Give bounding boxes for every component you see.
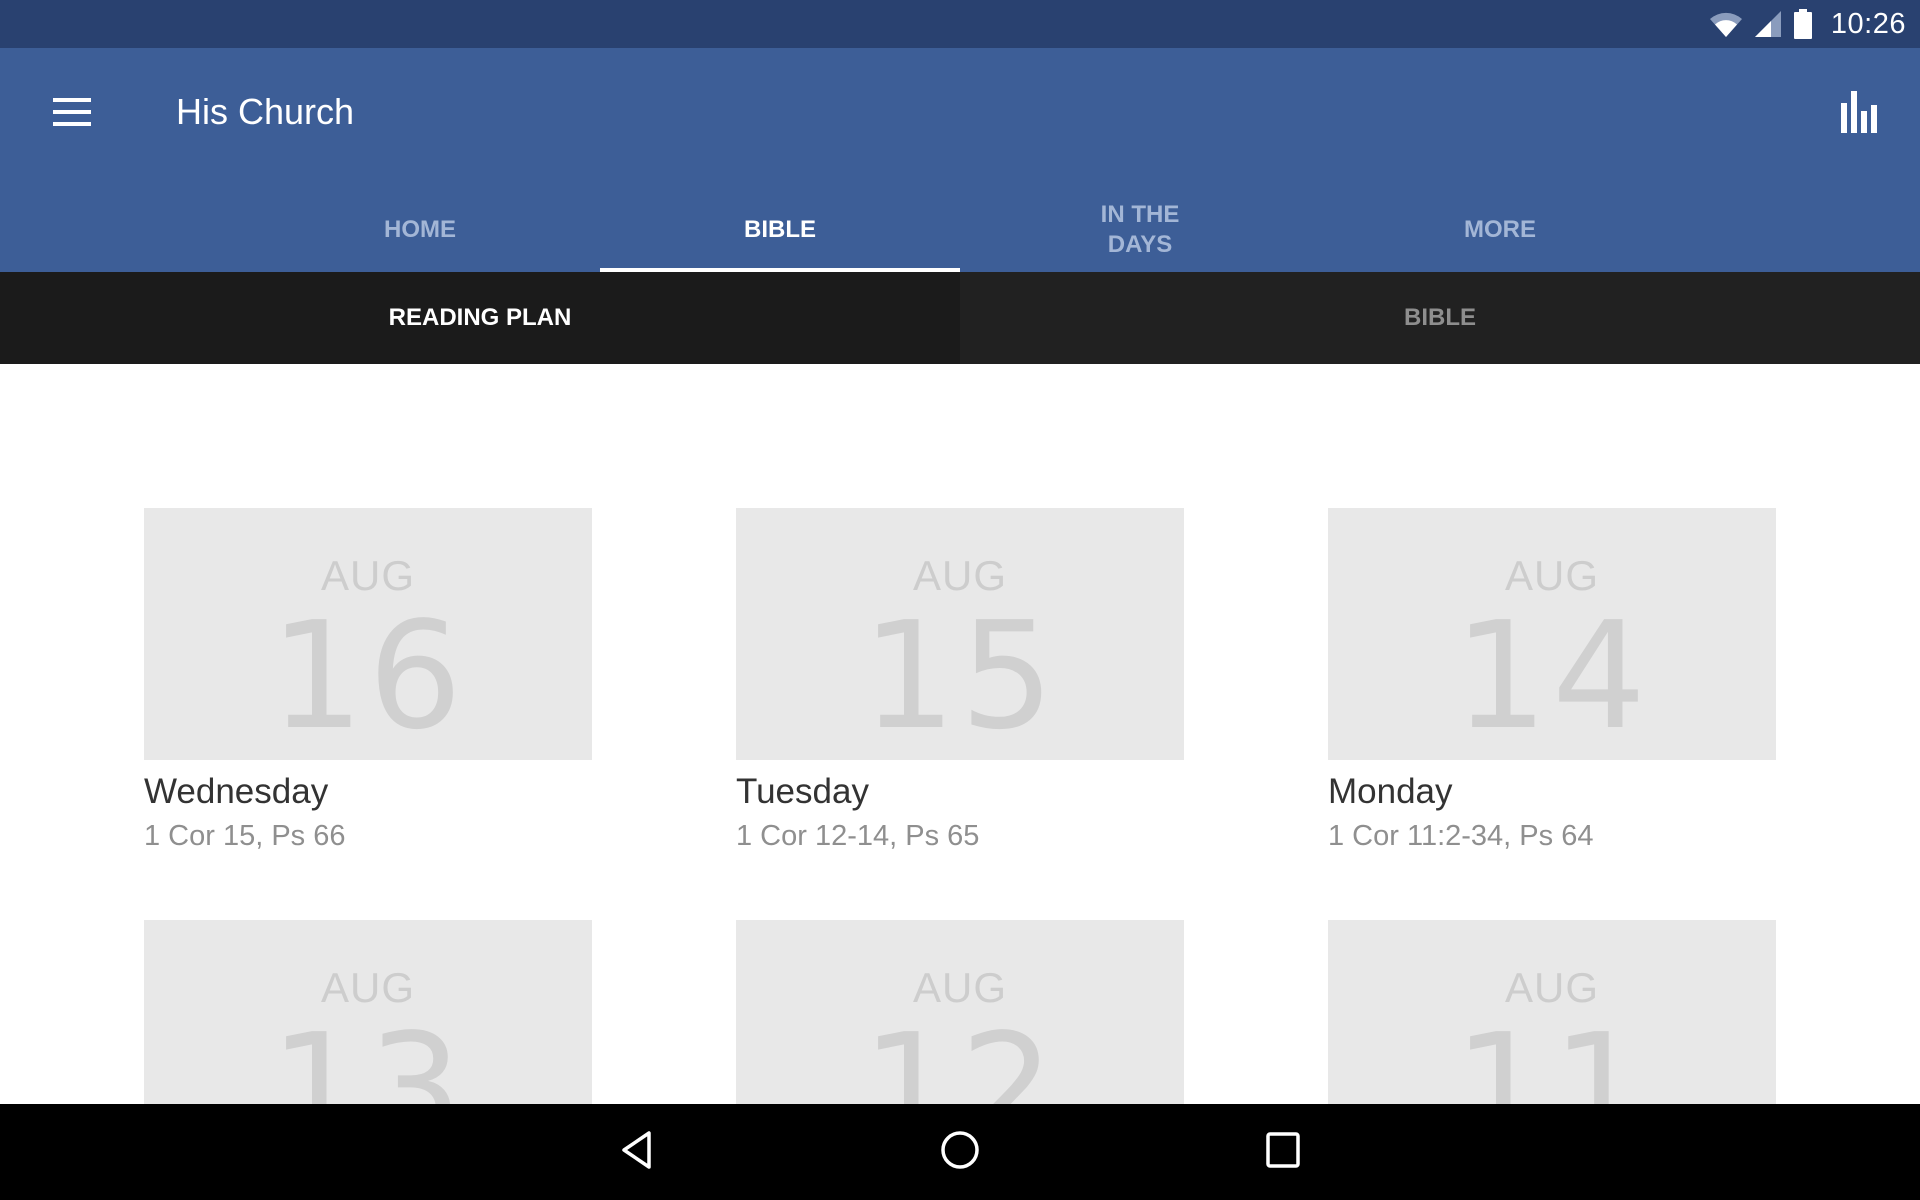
thumb-day: 13 bbox=[269, 1002, 467, 1104]
main-tabs: HOME BIBLE IN THE DAYS MORE bbox=[240, 188, 1680, 272]
stats-button[interactable] bbox=[1824, 78, 1896, 150]
app-title: His Church bbox=[176, 91, 355, 132]
tab-bible[interactable]: BIBLE bbox=[600, 188, 960, 272]
home-icon bbox=[940, 1130, 980, 1175]
recents-button[interactable] bbox=[1243, 1122, 1323, 1182]
date-thumbnail: AUG 16 bbox=[144, 508, 592, 760]
tab-in-the-days[interactable]: IN THE DAYS bbox=[960, 188, 1320, 272]
cell-signal-icon bbox=[1753, 10, 1783, 38]
thumb-day: 14 bbox=[1453, 590, 1651, 760]
home-button[interactable] bbox=[920, 1122, 1000, 1182]
thumb-day: 15 bbox=[861, 590, 1059, 760]
status-bar: 10:26 bbox=[0, 0, 1920, 48]
status-icons: 10:26 bbox=[1709, 0, 1906, 48]
card-reading: 1 Cor 15, Ps 66 bbox=[144, 820, 346, 852]
date-thumbnail: AUG 11 bbox=[1328, 920, 1776, 1104]
app-bar: His Church HOME BIBLE IN THE DAYS MORE bbox=[0, 48, 1920, 272]
reading-card[interactable]: AUG 13 bbox=[144, 920, 592, 1104]
tab-more[interactable]: MORE bbox=[1320, 188, 1680, 272]
hamburger-menu-icon bbox=[53, 97, 91, 131]
date-thumbnail: AUG 14 bbox=[1328, 508, 1776, 760]
card-weekday: Tuesday bbox=[736, 772, 869, 811]
tab-label: IN THE DAYS bbox=[1100, 201, 1180, 258]
thumb-day: 12 bbox=[861, 1002, 1059, 1104]
sub-tab-label: BIBLE bbox=[1404, 304, 1476, 331]
card-weekday: Wednesday bbox=[144, 772, 329, 811]
tab-label: MORE bbox=[1464, 216, 1536, 243]
wifi-icon bbox=[1709, 10, 1743, 38]
thumb-day: 16 bbox=[269, 590, 467, 760]
tab-home[interactable]: HOME bbox=[240, 188, 600, 272]
reading-card[interactable]: AUG 15 Tuesday 1 Cor 12-14, Ps 65 bbox=[736, 508, 1184, 856]
battery-icon bbox=[1793, 9, 1813, 39]
card-weekday: Monday bbox=[1328, 772, 1453, 811]
card-reading: 1 Cor 11:2-34, Ps 64 bbox=[1328, 820, 1594, 852]
tab-label: HOME bbox=[384, 216, 456, 243]
system-nav-bar bbox=[0, 1104, 1920, 1200]
reading-plan-grid: AUG 16 Wednesday 1 Cor 15, Ps 66 AUG 15 … bbox=[0, 364, 1920, 1104]
bar-chart-icon bbox=[1841, 90, 1879, 138]
sub-tab-bible[interactable]: BIBLE bbox=[960, 272, 1920, 364]
reading-card[interactable]: AUG 16 Wednesday 1 Cor 15, Ps 66 bbox=[144, 508, 592, 856]
back-button[interactable] bbox=[597, 1122, 677, 1182]
clock: 10:26 bbox=[1830, 7, 1906, 40]
reading-card[interactable]: AUG 14 Monday 1 Cor 11:2-34, Ps 64 bbox=[1328, 508, 1776, 856]
sub-tab-reading-plan[interactable]: READING PLAN bbox=[0, 272, 960, 364]
date-thumbnail: AUG 15 bbox=[736, 508, 1184, 760]
recents-icon bbox=[1265, 1131, 1301, 1174]
card-reading: 1 Cor 12-14, Ps 65 bbox=[736, 820, 980, 852]
menu-button[interactable] bbox=[36, 78, 108, 150]
date-thumbnail: AUG 13 bbox=[144, 920, 592, 1104]
tab-label: BIBLE bbox=[744, 216, 816, 243]
reading-card[interactable]: AUG 12 bbox=[736, 920, 1184, 1104]
reading-card[interactable]: AUG 11 bbox=[1328, 920, 1776, 1104]
thumb-day: 11 bbox=[1453, 1002, 1651, 1104]
sub-tab-label: READING PLAN bbox=[388, 304, 572, 331]
sub-tabs: READING PLAN BIBLE bbox=[0, 272, 1920, 364]
date-thumbnail: AUG 12 bbox=[736, 920, 1184, 1104]
back-icon bbox=[619, 1130, 655, 1175]
